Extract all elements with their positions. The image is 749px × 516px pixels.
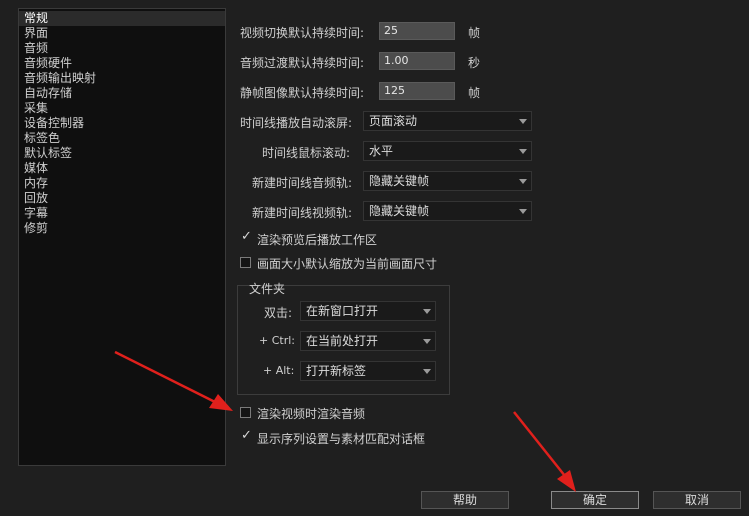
chevron-down-icon bbox=[423, 309, 431, 314]
scale-frame-checkbox[interactable] bbox=[240, 257, 251, 268]
sidebar-item-general[interactable]: 常规 bbox=[19, 11, 225, 26]
preferences-sidebar: 常规 界面 音频 音频硬件 音频输出映射 自动存储 采集 设备控制器 标签色 默… bbox=[18, 8, 226, 466]
scale-frame-label: 画面大小默认缩放为当前画面尺寸 bbox=[257, 257, 438, 271]
timeline-mousescroll-value: 水平 bbox=[369, 144, 394, 158]
alt-label: + Alt: bbox=[263, 364, 295, 377]
chevron-down-icon bbox=[423, 369, 431, 374]
audio-transition-duration-unit: 秒 bbox=[468, 56, 481, 70]
sidebar-item-audio-hardware[interactable]: 音频硬件 bbox=[19, 56, 225, 71]
cancel-button[interactable]: 取消 bbox=[653, 491, 741, 509]
render-audio-checkbox[interactable] bbox=[240, 407, 251, 418]
show-sequence-label: 显示序列设置与素材匹配对话框 bbox=[257, 432, 426, 446]
sidebar-item-titler[interactable]: 字幕 bbox=[19, 206, 225, 221]
video-transition-duration-unit: 帧 bbox=[468, 26, 481, 40]
alt-click-value: 打开新标签 bbox=[306, 364, 367, 378]
timeline-autoscroll-select[interactable]: 页面滚动 bbox=[363, 111, 532, 131]
sidebar-item-media[interactable]: 媒体 bbox=[19, 161, 225, 176]
sidebar-item-label-colors[interactable]: 标签色 bbox=[19, 131, 225, 146]
checkmark-icon: ✓ bbox=[241, 229, 252, 244]
sidebar-item-playback[interactable]: 回放 bbox=[19, 191, 225, 206]
double-click-label: 双击: bbox=[264, 306, 293, 320]
sidebar-item-capture[interactable]: 采集 bbox=[19, 101, 225, 116]
ctrl-click-value: 在当前处打开 bbox=[306, 334, 379, 348]
video-transition-duration-input[interactable]: 25 bbox=[379, 22, 455, 40]
still-image-duration-unit: 帧 bbox=[468, 86, 481, 100]
double-click-value: 在新窗口打开 bbox=[306, 304, 379, 318]
chevron-down-icon bbox=[519, 179, 527, 184]
new-video-track-value: 隐藏关键帧 bbox=[369, 204, 430, 218]
folder-title: 文件夹 bbox=[249, 282, 286, 296]
sidebar-item-device-control[interactable]: 设备控制器 bbox=[19, 116, 225, 131]
audio-transition-duration-label: 音频过渡默认持续时间: bbox=[240, 56, 365, 70]
ok-button[interactable]: 确定 bbox=[551, 491, 639, 509]
new-audio-track-value: 隐藏关键帧 bbox=[369, 174, 430, 188]
sidebar-item-auto-save[interactable]: 自动存储 bbox=[19, 86, 225, 101]
still-image-duration-input[interactable]: 125 bbox=[379, 82, 455, 100]
double-click-select[interactable]: 在新窗口打开 bbox=[300, 301, 436, 321]
new-audio-track-select[interactable]: 隐藏关键帧 bbox=[363, 171, 532, 191]
timeline-autoscroll-label: 时间线播放自动滚屏: bbox=[240, 116, 353, 130]
chevron-down-icon bbox=[519, 119, 527, 124]
sidebar-item-memory[interactable]: 内存 bbox=[19, 176, 225, 191]
new-audio-track-label: 新建时间线音频轨: bbox=[252, 176, 353, 190]
timeline-mousescroll-label: 时间线鼠标滚动: bbox=[262, 146, 351, 160]
sidebar-item-audio-output-mapping[interactable]: 音频输出映射 bbox=[19, 71, 225, 86]
chevron-down-icon bbox=[519, 149, 527, 154]
alt-click-select[interactable]: 打开新标签 bbox=[300, 361, 436, 381]
video-transition-duration-label: 视频切换默认持续时间: bbox=[240, 26, 365, 40]
new-video-track-label: 新建时间线视频轨: bbox=[252, 206, 353, 220]
ctrl-click-select[interactable]: 在当前处打开 bbox=[300, 331, 436, 351]
help-button[interactable]: 帮助 bbox=[421, 491, 509, 509]
chevron-down-icon bbox=[519, 209, 527, 214]
still-image-duration-label: 静帧图像默认持续时间: bbox=[240, 86, 365, 100]
timeline-autoscroll-value: 页面滚动 bbox=[369, 114, 418, 128]
sidebar-item-trim[interactable]: 修剪 bbox=[19, 221, 225, 236]
annotation-arrow-right bbox=[513, 411, 576, 492]
new-video-track-select[interactable]: 隐藏关键帧 bbox=[363, 201, 532, 221]
timeline-mousescroll-select[interactable]: 水平 bbox=[363, 141, 532, 161]
checkmark-icon: ✓ bbox=[241, 428, 252, 443]
ctrl-label: + Ctrl: bbox=[259, 334, 295, 347]
chevron-down-icon bbox=[423, 339, 431, 344]
sidebar-item-interface[interactable]: 界面 bbox=[19, 26, 225, 41]
sidebar-item-audio[interactable]: 音频 bbox=[19, 41, 225, 56]
sidebar-item-label-defaults[interactable]: 默认标签 bbox=[19, 146, 225, 161]
render-audio-label: 渲染视频时渲染音频 bbox=[257, 407, 366, 421]
audio-transition-duration-input[interactable]: 1.00 bbox=[379, 52, 455, 70]
render-preview-label: 渲染预览后播放工作区 bbox=[257, 233, 378, 247]
